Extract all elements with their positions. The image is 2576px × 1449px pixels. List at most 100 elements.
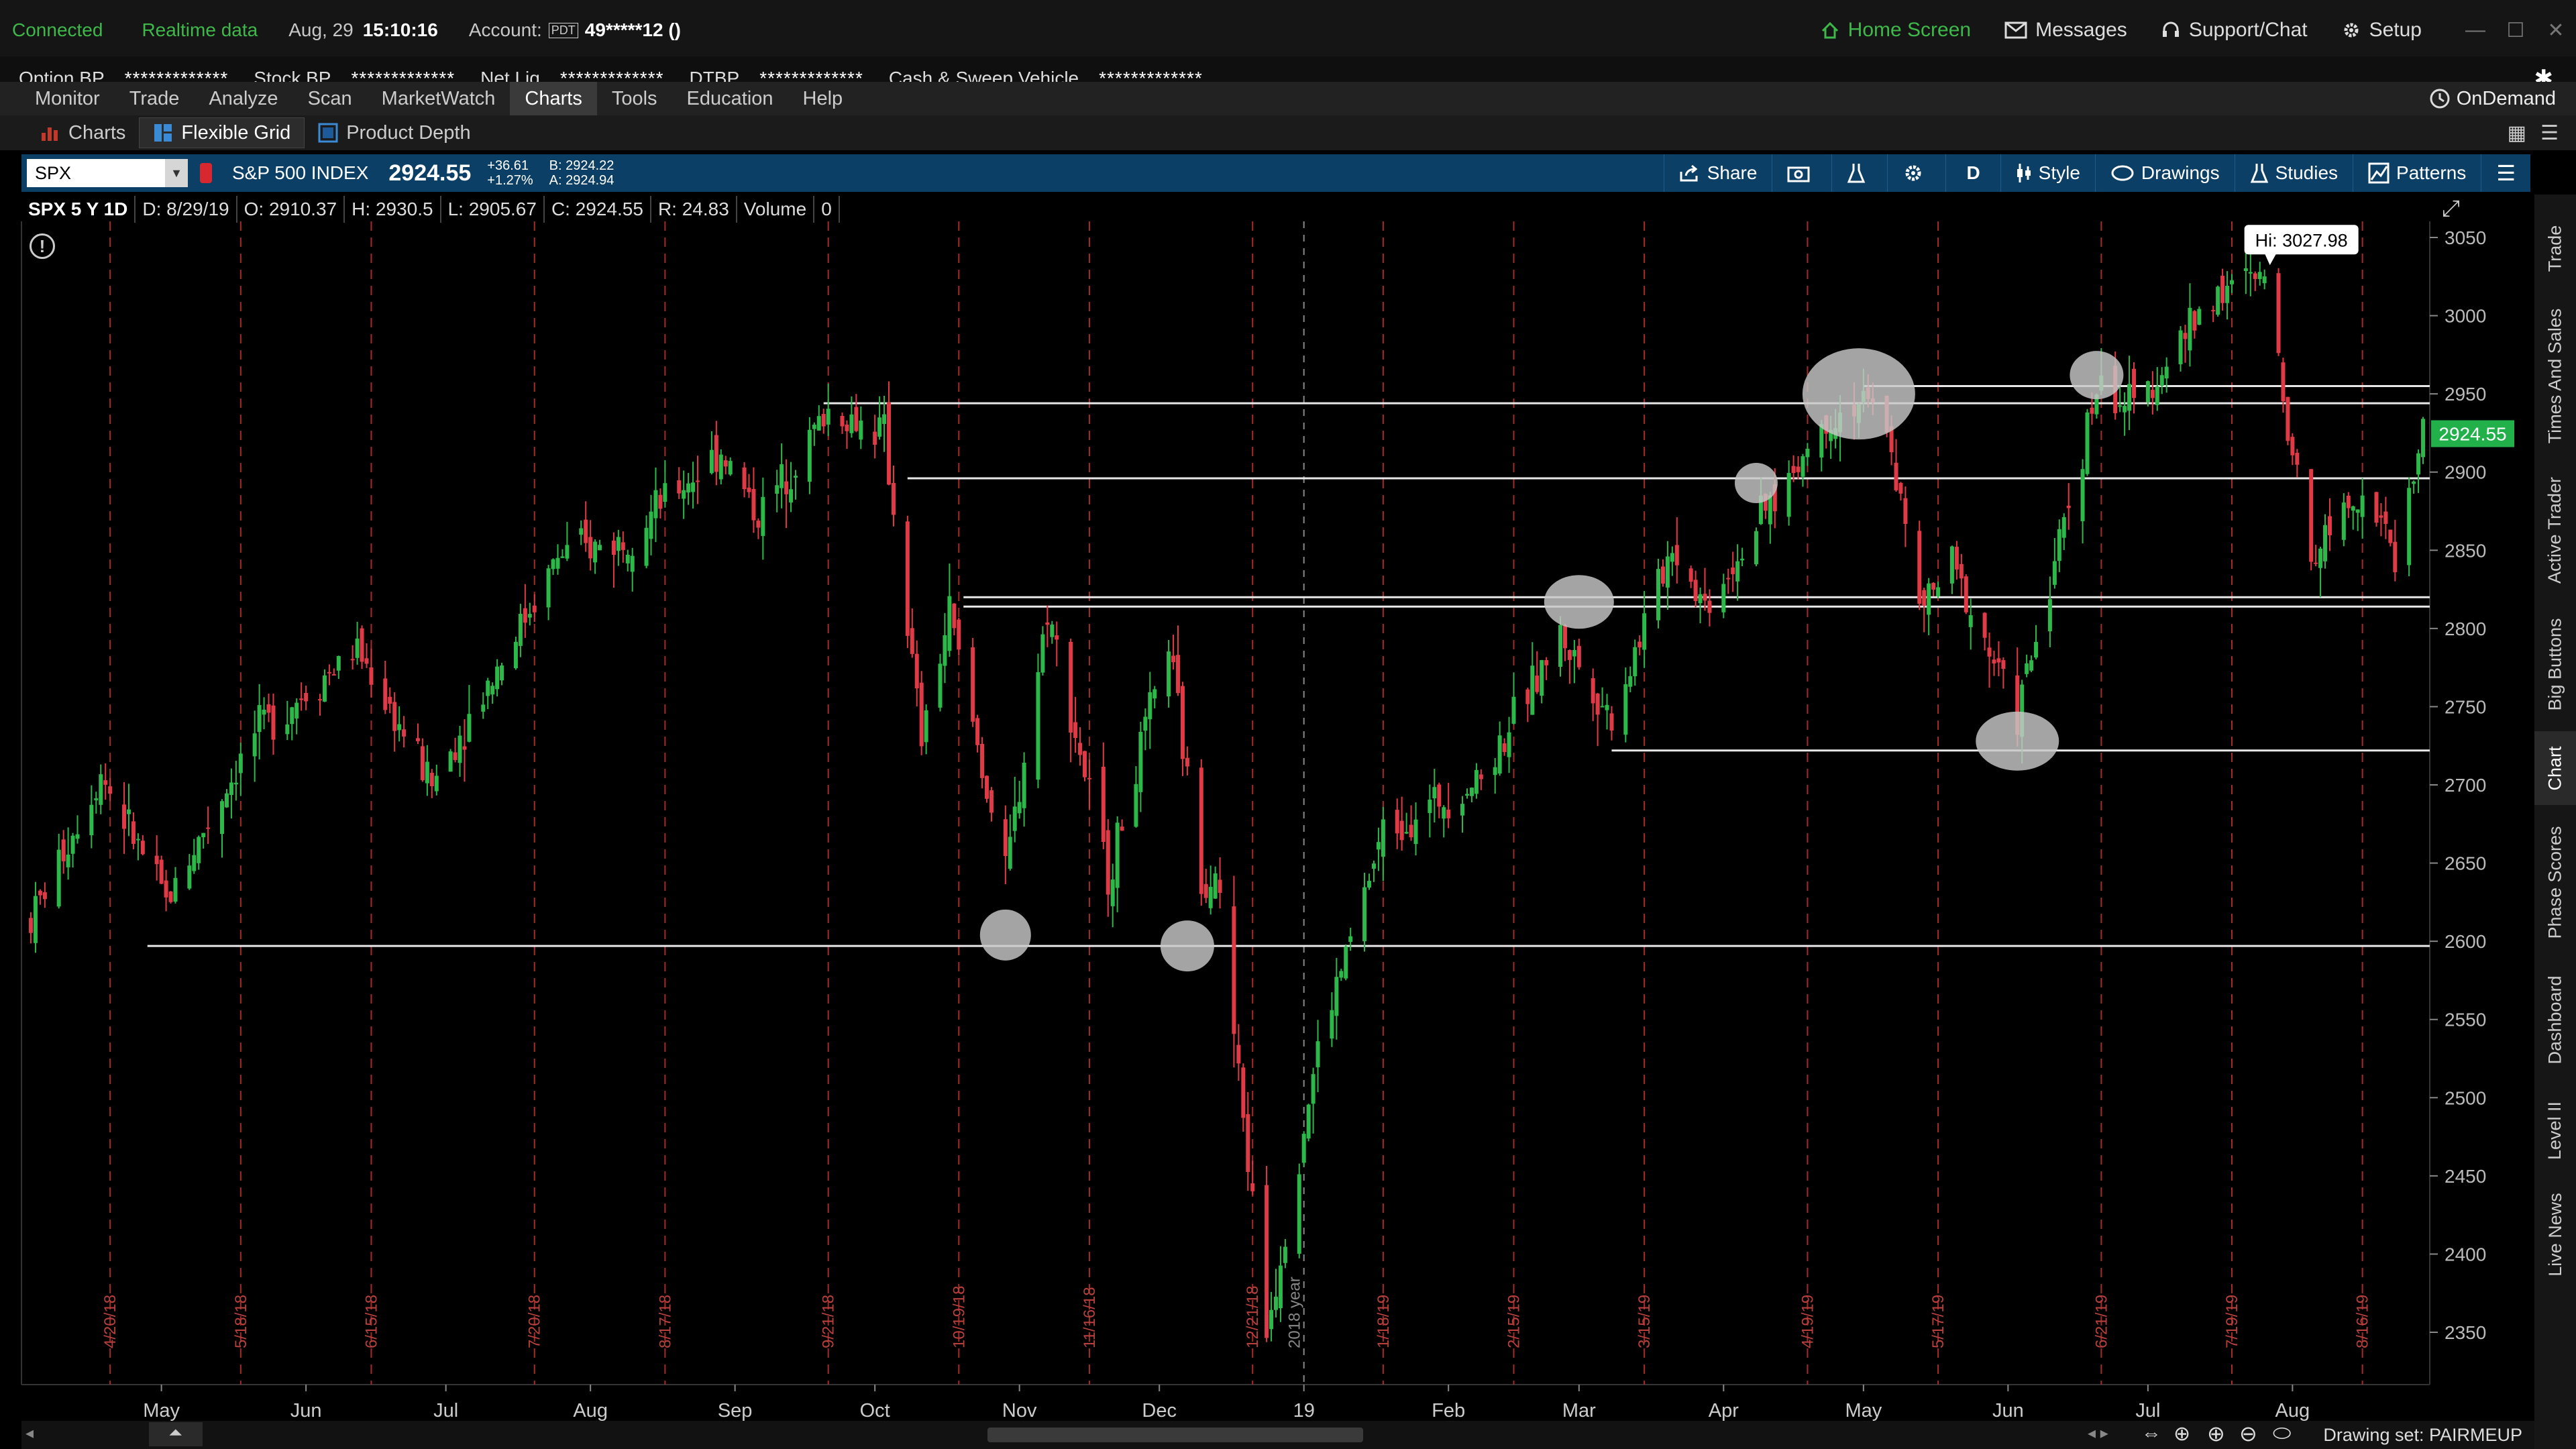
chart-settings-button[interactable] (1887, 154, 1945, 192)
menu-analyze[interactable]: Analyze (194, 82, 292, 115)
status-bar: Connected Realtime data Aug, 29 15:10:16… (0, 0, 2576, 60)
data-mode[interactable]: Realtime data (142, 19, 258, 41)
menu-education[interactable]: Education (672, 82, 788, 115)
candle-body (1628, 676, 1633, 687)
menu-help[interactable]: Help (788, 82, 858, 115)
time-axis[interactable]: May Jun Jul Aug Sep Oct Nov Dec 19 Feb Mar Apr May Ju… (143, 1385, 2310, 1421)
price-axis[interactable]: 3050 3000 2950 2900 2850 2800 2750 2700 2650 2600… (2430, 227, 2486, 1343)
candle-body (1576, 645, 1581, 667)
pct-change: +1.27% (487, 173, 533, 188)
symbol-input[interactable]: SPX ▼ (27, 159, 188, 187)
drawn-ellipses (979, 348, 2124, 972)
side-tab-level-ii[interactable]: Level II (2534, 1087, 2576, 1174)
side-tab-phase-scores[interactable]: Phase Scores (2534, 812, 2576, 953)
collapse-panel-button[interactable]: ⏶ (149, 1422, 203, 1446)
flask-button[interactable] (1831, 154, 1887, 192)
crosshair-icon[interactable]: ⊕ (2174, 1422, 2190, 1446)
candle-body (486, 680, 490, 696)
expiration-date-label: 4/20/18 (101, 1295, 119, 1348)
candle-body (1544, 660, 1549, 665)
candle-body (168, 892, 173, 902)
candle-body (2150, 390, 2155, 398)
drawing-set[interactable]: Drawing set: PAIRMEUP (2323, 1421, 2522, 1449)
close-window-button[interactable]: ✕ (2536, 19, 2576, 42)
candle-body (891, 482, 896, 515)
drawings-button[interactable]: Drawings (2094, 154, 2235, 192)
zoom-out-icon[interactable]: ⊖ (2239, 1421, 2257, 1446)
candle-body (1464, 794, 1469, 796)
zoom-in-icon[interactable]: ⊕ (2207, 1421, 2225, 1446)
scroll-right-icon[interactable]: ◂ ▸ (2088, 1424, 2108, 1443)
menu-charts[interactable]: Charts (510, 82, 597, 115)
patterns-button[interactable]: Patterns (2353, 154, 2481, 192)
chart-menu-button[interactable]: ☰ (2481, 154, 2530, 192)
style-button[interactable]: Style (2000, 154, 2095, 192)
candle-body (2211, 310, 2216, 312)
symbol-dropdown-icon[interactable]: ▼ (165, 159, 188, 187)
pan-icon[interactable]: ⇔ (2141, 1422, 2161, 1445)
side-tab-trade[interactable]: Trade (2534, 208, 2576, 288)
scroll-left-icon[interactable]: ◂ (25, 1424, 34, 1443)
menu-lines-icon[interactable]: ☰ (2540, 121, 2559, 145)
last-price: 2924.55 (388, 160, 472, 186)
menu-monitor[interactable]: Monitor (20, 82, 115, 115)
studies-button[interactable]: Studies (2234, 154, 2353, 192)
side-tab-dashboard[interactable]: Dashboard (2534, 959, 2576, 1080)
candle-body (598, 545, 602, 551)
candle-body (1898, 482, 1903, 494)
messages-button[interactable]: Messages (2004, 19, 2127, 42)
ellipse-tool-icon[interactable]: ⬭ (2273, 1421, 2291, 1446)
candle-body (383, 678, 388, 710)
candle-body (2327, 516, 2332, 535)
snapshot-button[interactable] (1772, 154, 1831, 192)
candle-body (1693, 580, 1698, 601)
chart-toolbar: SPX ▼ S&P 500 INDEX 2924.55 +36.61 +1.27… (21, 154, 2530, 192)
y-tick-label: 2400 (2445, 1244, 2486, 1265)
setup-button[interactable]: Setup (2341, 19, 2422, 42)
candle-body (299, 698, 304, 700)
maximize-button[interactable]: ☐ (2496, 19, 2536, 42)
candle-body (826, 409, 830, 425)
side-tab-chart[interactable]: Chart (2534, 731, 2576, 805)
layout-grid-icon[interactable]: ▦ (2508, 121, 2526, 145)
account-selector[interactable]: 49*****12 () (585, 19, 681, 41)
candle-body (2061, 517, 2066, 538)
candle-body (159, 859, 164, 884)
candle-body (709, 449, 714, 474)
candle-body (593, 541, 598, 563)
menu-scan[interactable]: Scan (293, 82, 367, 115)
expand-chart-icon[interactable]: ⤢ (2442, 196, 2469, 223)
subtab-charts[interactable]: Charts (27, 117, 139, 148)
subtab-product-depth[interactable]: Product Depth (305, 117, 484, 148)
side-tab-times-and-sales[interactable]: Times And Sales (2534, 295, 2576, 456)
candle-body (425, 761, 429, 784)
candle-body (495, 666, 500, 690)
alert-icon[interactable] (200, 163, 212, 183)
menu-trade[interactable]: Trade (115, 82, 195, 115)
minimize-button[interactable]: — (2455, 19, 2496, 42)
side-tab-live-news[interactable]: Live News (2534, 1181, 2576, 1288)
candle-body (1558, 625, 1563, 667)
candle-body (1311, 1074, 1316, 1104)
candle-body (1959, 564, 1964, 579)
candle-body (197, 837, 201, 863)
side-tab-active-trader[interactable]: Active Trader (2534, 463, 2576, 597)
home-screen-button[interactable]: Home Screen (1820, 19, 1971, 42)
menu-tools[interactable]: Tools (597, 82, 672, 115)
candle-body (220, 801, 225, 835)
support-chat-button[interactable]: Support/Chat (2161, 19, 2308, 42)
subtab-flexible-grid[interactable]: Flexible Grid (139, 117, 305, 148)
menu-marketwatch[interactable]: MarketWatch (367, 82, 511, 115)
side-tab-big-buttons[interactable]: Big Buttons (2534, 604, 2576, 724)
ondemand-button[interactable]: OnDemand (2428, 87, 2556, 110)
price-chart[interactable]: 4/20/18 5/18/18 6/15/18 7/20/18 8/17/18 9/21/… (0, 221, 2534, 1449)
timeframe-button[interactable]: D (1945, 154, 2000, 192)
expiration-date-label: 7/19/19 (2223, 1295, 2241, 1348)
setup-label: Setup (2369, 19, 2422, 41)
candle-body (2314, 562, 2318, 564)
highlight-ellipse (979, 909, 1031, 961)
candle-body (1595, 693, 1600, 715)
info-icon[interactable]: ! (30, 233, 55, 259)
share-button[interactable]: Share (1663, 154, 1772, 192)
horizontal-scrollbar[interactable] (987, 1428, 1363, 1442)
